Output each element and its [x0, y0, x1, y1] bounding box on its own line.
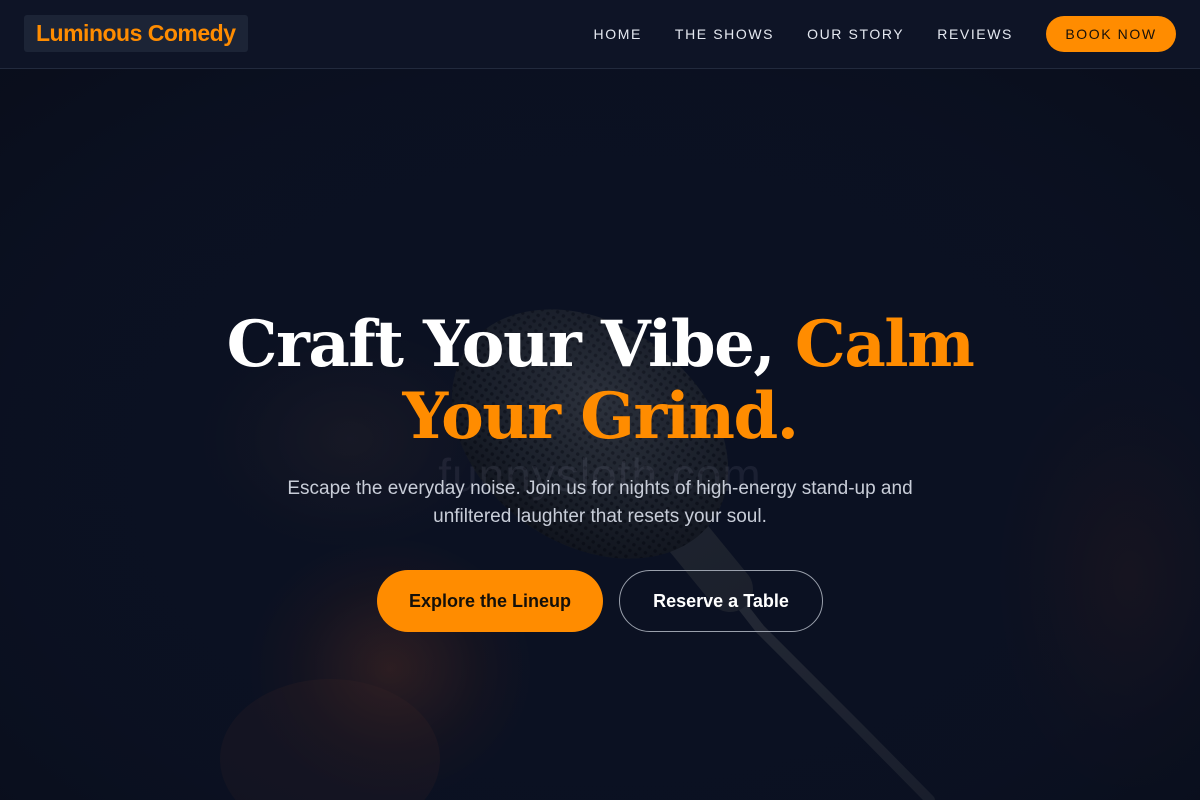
explore-lineup-button[interactable]: Explore the Lineup	[377, 570, 603, 632]
main-nav: HOME THE SHOWS OUR STORY REVIEWS BOOK NO…	[594, 0, 1176, 68]
nav-link-reviews[interactable]: REVIEWS	[937, 26, 1013, 42]
reserve-table-button[interactable]: Reserve a Table	[619, 570, 823, 632]
nav-link-the-shows[interactable]: THE SHOWS	[675, 26, 774, 42]
hero-actions: Explore the Lineup Reserve a Table	[0, 570, 1200, 632]
hero-section: funnysloth.com Craft Your Vibe, Calm You…	[0, 69, 1200, 800]
landing-page: Luminous Comedy HOME THE SHOWS OUR STORY…	[0, 0, 1200, 800]
site-header: Luminous Comedy HOME THE SHOWS OUR STORY…	[0, 0, 1200, 69]
hero-title-main: Craft Your Vibe,	[226, 307, 795, 382]
hero-title: Craft Your Vibe, Calm Your Grind.	[150, 309, 1050, 453]
nav-link-home[interactable]: HOME	[594, 26, 642, 42]
brand-logo[interactable]: Luminous Comedy	[24, 15, 248, 52]
book-now-button[interactable]: BOOK NOW	[1046, 16, 1176, 52]
nav-link-our-story[interactable]: OUR STORY	[807, 26, 904, 42]
hero-subtitle: Escape the everyday noise. Join us for n…	[287, 478, 913, 527]
